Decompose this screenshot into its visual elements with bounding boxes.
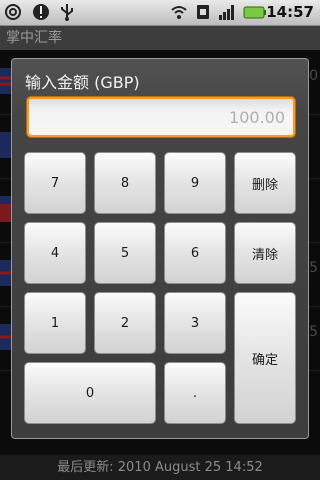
key-8[interactable]: 8 <box>94 152 156 214</box>
sim-icon <box>197 5 209 19</box>
at-sign-icon <box>5 4 21 20</box>
amount-dialog: 输入金额 (GBP) 100.00 7 8 9 删除 4 5 6 清除 1 2 … <box>11 58 309 439</box>
signal-icon <box>219 5 234 20</box>
key-6[interactable]: 6 <box>164 222 226 284</box>
status-time: 14:57 <box>266 3 314 21</box>
key-9[interactable]: 9 <box>164 152 226 214</box>
last-update-footer: 最后更新: 2010 August 25 14:52 <box>0 455 320 480</box>
key-2[interactable]: 2 <box>94 292 156 354</box>
key-1[interactable]: 1 <box>24 292 86 354</box>
clear-button[interactable]: 清除 <box>234 222 296 284</box>
confirm-button[interactable]: 确定 <box>234 292 296 424</box>
key-4[interactable]: 4 <box>24 222 86 284</box>
status-bar: 14:57 <box>0 0 320 26</box>
key-3[interactable]: 3 <box>164 292 226 354</box>
battery-icon <box>243 6 266 19</box>
alert-icon <box>33 4 49 20</box>
key-7[interactable]: 7 <box>24 152 86 214</box>
delete-button[interactable]: 删除 <box>234 152 296 214</box>
key-0[interactable]: 0 <box>24 362 156 424</box>
dialog-title: 输入金额 (GBP) <box>25 73 140 92</box>
wifi-icon <box>171 6 187 19</box>
key-dot[interactable]: . <box>164 362 226 424</box>
amount-input[interactable]: 100.00 <box>27 97 295 137</box>
usb-icon <box>61 4 73 21</box>
app-title: 掌中汇率 <box>0 26 320 50</box>
key-5[interactable]: 5 <box>94 222 156 284</box>
